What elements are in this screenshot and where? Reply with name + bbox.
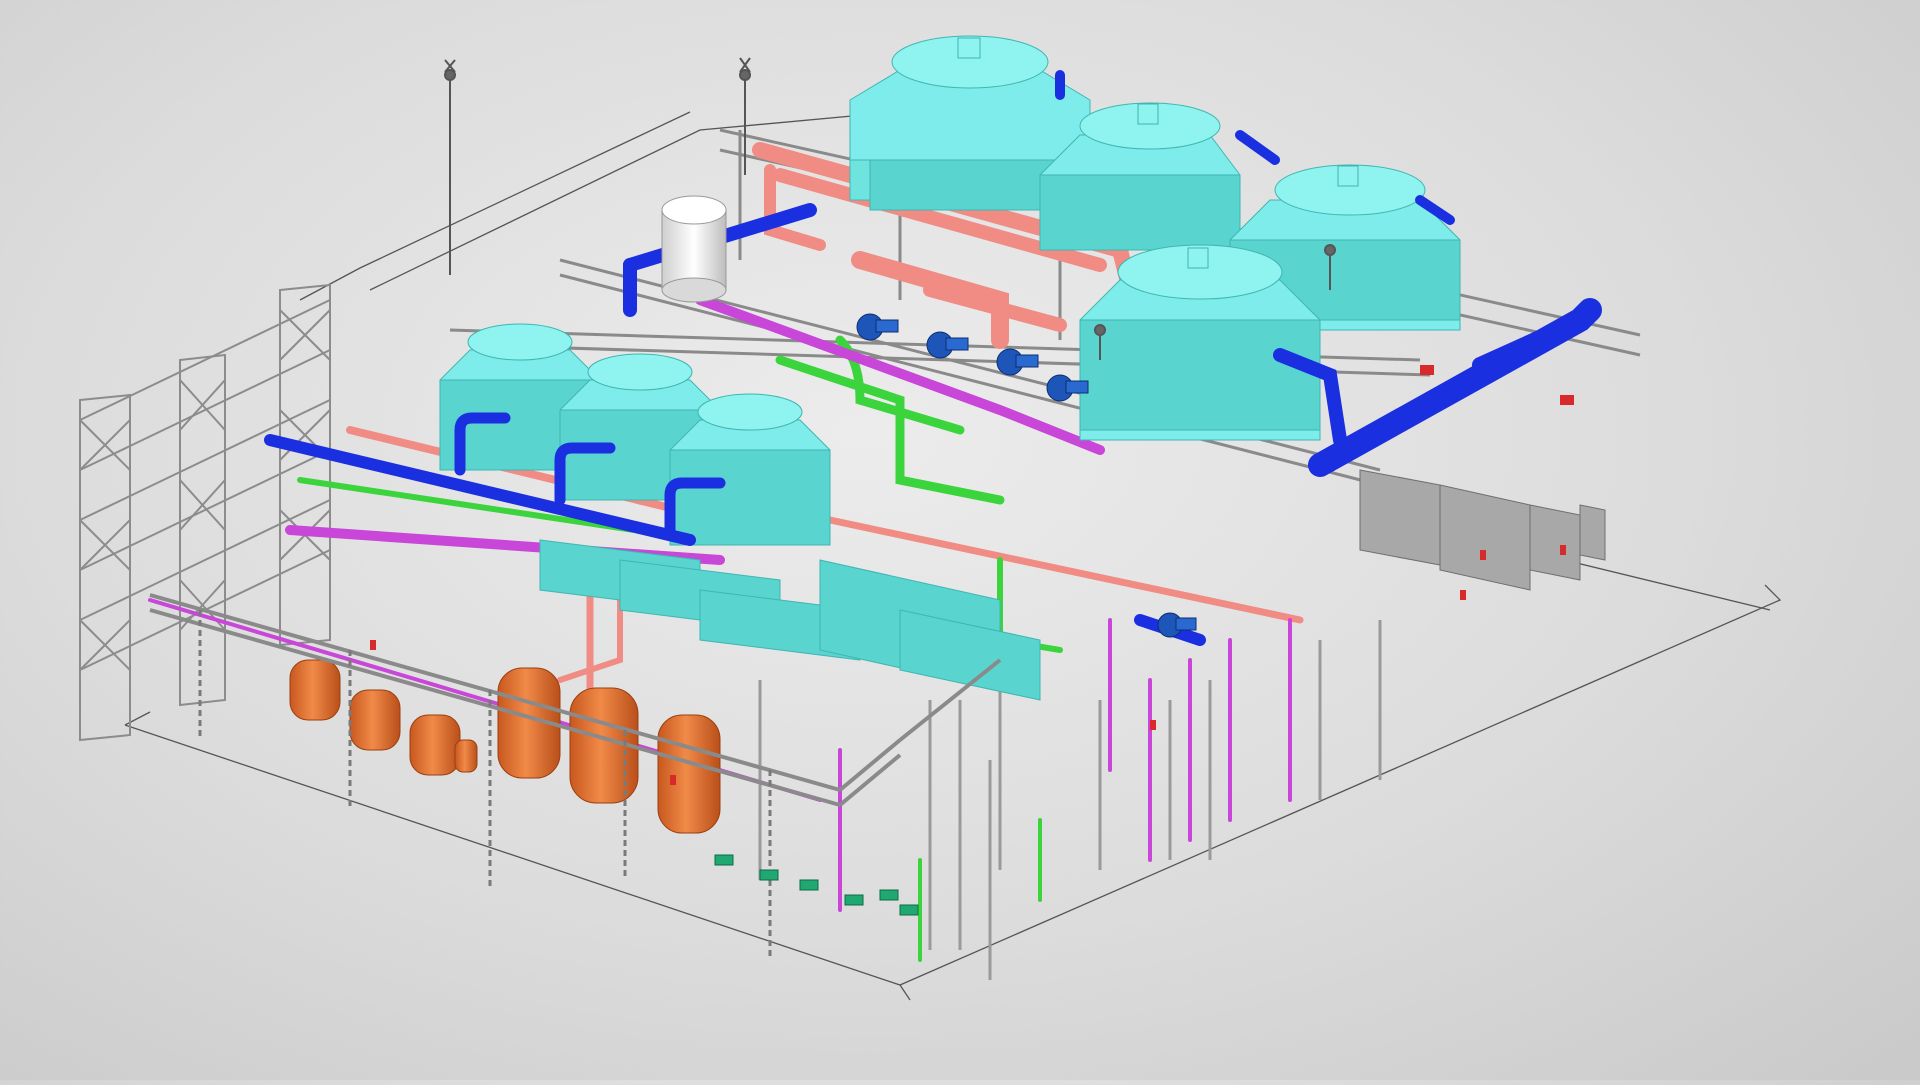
filter-vessel-1 [289, 659, 341, 721]
cooling-basins [539, 539, 1041, 701]
pipe-droppers [758, 620, 1382, 980]
filter-vessel-7 [657, 714, 721, 834]
pump-2 [926, 331, 969, 359]
filter-vessel-2 [349, 689, 401, 751]
filter-vessels[interactable] [289, 659, 721, 834]
expansion-tank[interactable] [661, 195, 727, 303]
filter-vessel-4 [454, 739, 478, 773]
mep-plant-model [79, 35, 1782, 1001]
filter-vessel-3 [409, 714, 461, 776]
pump-3 [996, 348, 1039, 376]
plant-3d-viewport[interactable] [0, 0, 1920, 1080]
small-booster-pumps[interactable] [714, 854, 919, 916]
electrical-panels[interactable] [1359, 469, 1606, 591]
pump-1 [856, 313, 899, 341]
